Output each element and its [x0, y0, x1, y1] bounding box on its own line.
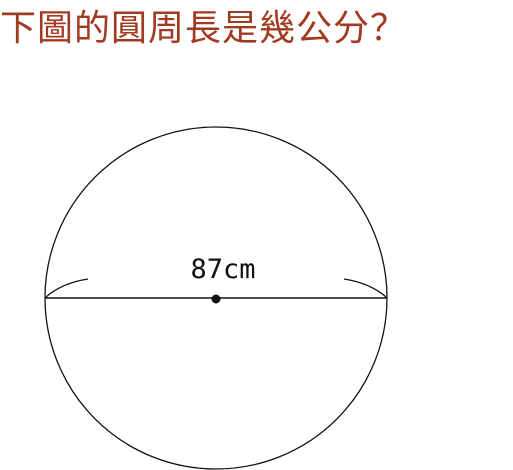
dimension-arc-right: [343, 278, 387, 298]
circle-figure: 87cm: [44, 126, 388, 470]
diameter-label: 87cm: [190, 254, 255, 285]
center-point: [211, 294, 221, 304]
dimension-arc-left: [45, 278, 89, 298]
